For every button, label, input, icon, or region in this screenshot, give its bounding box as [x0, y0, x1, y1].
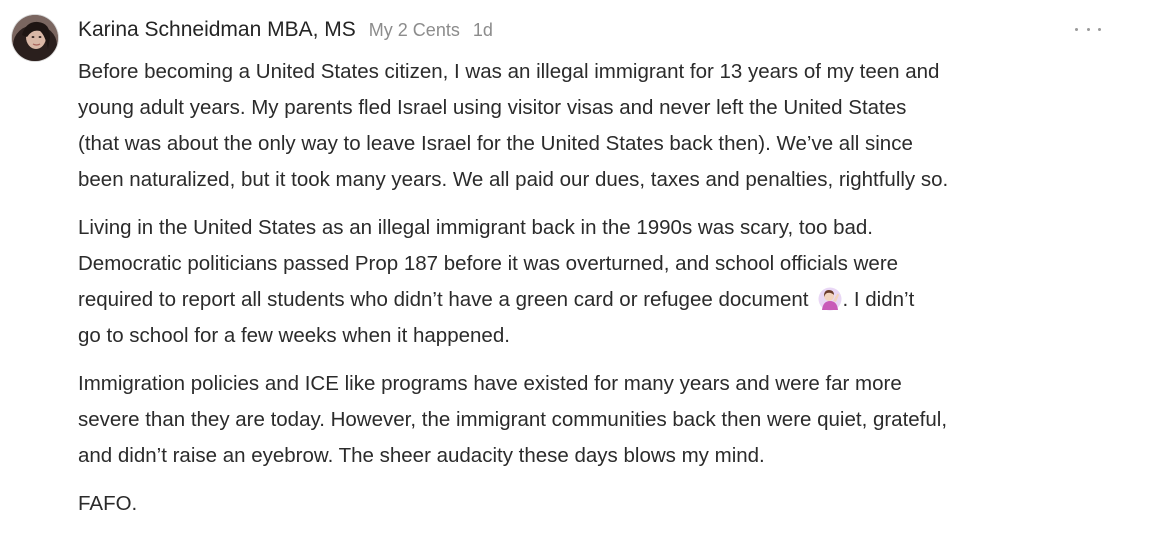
text-line: Before becoming a United States citizen,…: [78, 60, 940, 83]
paragraph: Before becoming a United States citizen,…: [78, 54, 1118, 198]
paragraph: Immigration policies and ICE like progra…: [78, 366, 1118, 474]
ellipsis-icon[interactable]: [1075, 18, 1101, 40]
more-dot: [1098, 27, 1101, 31]
text-segment: . I didn’t: [842, 288, 915, 311]
text-line: go to school for a few weeks when it hap…: [78, 324, 510, 347]
paragraph: Living in the United States as an illega…: [78, 210, 1118, 354]
comment-body: Before becoming a United States citizen,…: [78, 54, 1118, 534]
text-line: and didn’t raise an eyebrow. The sheer a…: [78, 444, 765, 467]
comment: Karina Schneidman MBA, MS My 2 Cents 1d …: [0, 0, 1150, 528]
text-line: Living in the United States as an illega…: [78, 216, 873, 239]
comment-header: Karina Schneidman MBA, MS My 2 Cents 1d: [78, 18, 493, 46]
author-name[interactable]: Karina Schneidman MBA, MS: [78, 18, 356, 42]
text-line: been naturalized, but it took many years…: [78, 168, 949, 191]
text-segment: required to report all students who didn…: [78, 288, 809, 311]
more-dot: [1086, 27, 1090, 31]
text-line: severe than they are today. However, the…: [78, 408, 948, 431]
text-line: FAFO.: [78, 492, 138, 515]
publication-name[interactable]: My 2 Cents: [369, 20, 460, 41]
more-dot: [1075, 27, 1078, 31]
avatar[interactable]: [12, 15, 58, 61]
text-line: Democratic politicians passed Prop 187 b…: [78, 252, 899, 275]
text-line-with-emoji: required to report all students who didn…: [78, 282, 1118, 318]
woman-tipping-hand-emoji-icon: [818, 287, 842, 311]
text-line: Immigration policies and ICE like progra…: [78, 372, 902, 395]
avatar-photo: [12, 15, 58, 61]
text-line: (that was about the only way to leave Is…: [78, 132, 913, 155]
text-line: young adult years. My parents fled Israe…: [78, 96, 907, 119]
paragraph: FAFO.: [78, 486, 1118, 522]
timestamp[interactable]: 1d: [473, 20, 493, 41]
